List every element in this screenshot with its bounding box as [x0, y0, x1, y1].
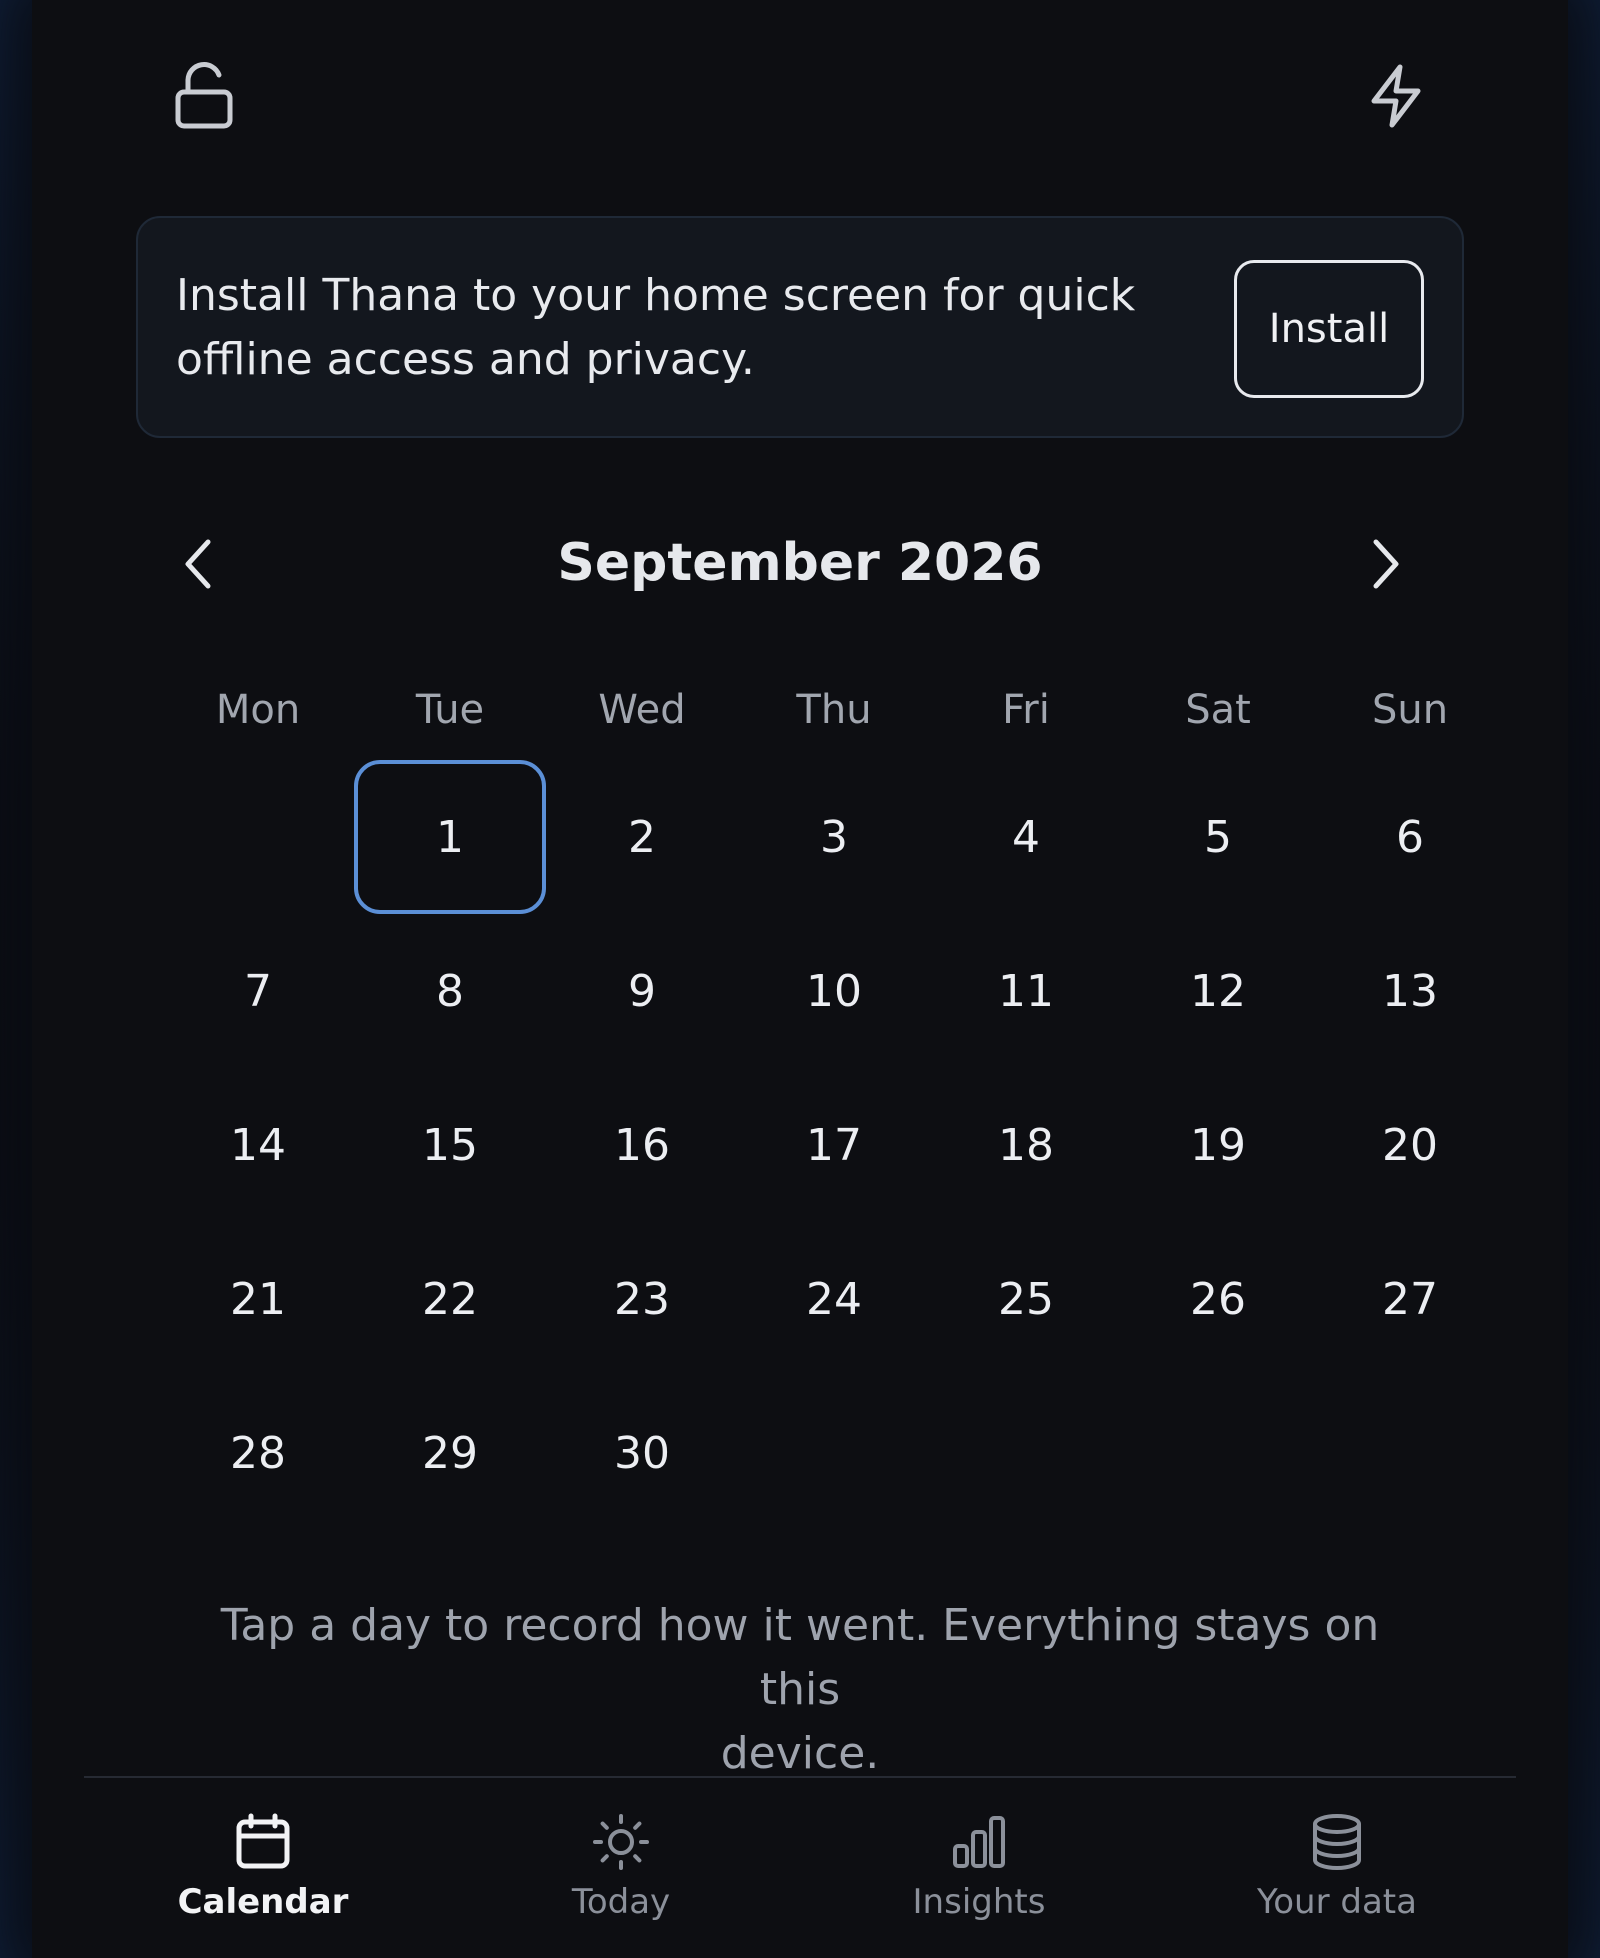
nav-item-today[interactable]: Today: [442, 1778, 800, 1958]
calendar-grid: Mon Tue Wed Thu Fri Sat Sun 1 2 3 4 5 6 7 8 9 10 11 12 13 1…: [162, 670, 1506, 1530]
day-cell-15[interactable]: 15: [354, 1068, 546, 1222]
weekday-wed: Wed: [598, 687, 686, 733]
day-cell-2[interactable]: 2: [546, 760, 738, 914]
weekday-mon: Mon: [215, 687, 301, 733]
nav-label-today: Today: [571, 1882, 671, 1922]
day-cell-5[interactable]: 5: [1122, 760, 1314, 914]
day-cell-9[interactable]: 9: [546, 914, 738, 1068]
weekday-fri: Fri: [1002, 687, 1050, 733]
install-banner-message: Install Thana to your home screen for qu…: [176, 264, 1156, 392]
day-cell-7[interactable]: 7: [162, 914, 354, 1068]
day-cell-30[interactable]: 30: [546, 1376, 738, 1530]
day-cell-21[interactable]: 21: [162, 1222, 354, 1376]
nav-label-insights: Insights: [912, 1882, 1046, 1922]
nav-item-your-data[interactable]: Your data: [1158, 1778, 1516, 1958]
weekday-thu: Thu: [796, 687, 872, 733]
day-cell-29[interactable]: 29: [354, 1376, 546, 1530]
hint-text: Tap a day to record how it went. Everyth…: [192, 1594, 1408, 1786]
day-cell-13[interactable]: 13: [1314, 914, 1506, 1068]
bottom-nav: Calendar Today Insights Your data: [84, 1776, 1516, 1958]
day-cell-18[interactable]: 18: [930, 1068, 1122, 1222]
day-cell-26[interactable]: 26: [1122, 1222, 1314, 1376]
day-cell-27[interactable]: 27: [1314, 1222, 1506, 1376]
day-grid: 1 2 3 4 5 6 7 8 9 10 11 12 13 14 15 16 17 18 19 20 21 22 23 24 2…: [162, 760, 1506, 1530]
weekday-tue: Tue: [415, 687, 485, 733]
weekday-sun: Sun: [1371, 687, 1449, 733]
nav-label-your-data: Your data: [1257, 1882, 1417, 1922]
screen-frame: Install Thana to your home screen for qu…: [0, 0, 1600, 1958]
day-cell-1[interactable]: 1: [354, 760, 546, 914]
day-cell-10[interactable]: 10: [738, 914, 930, 1068]
day-cell-11[interactable]: 11: [930, 914, 1122, 1068]
day-cell-6[interactable]: 6: [1314, 760, 1506, 914]
day-cell-4[interactable]: 4: [930, 760, 1122, 914]
install-button[interactable]: Install: [1234, 260, 1424, 398]
day-cell-25[interactable]: 25: [930, 1222, 1122, 1376]
day-cell-19[interactable]: 19: [1122, 1068, 1314, 1222]
hint-line-1: Tap a day to record how it went. Everyth…: [220, 1600, 1380, 1715]
weekday-sat: Sat: [1185, 687, 1251, 733]
day-cell-22[interactable]: 22: [354, 1222, 546, 1376]
lightning-icon[interactable]: [1356, 56, 1436, 136]
unlock-icon[interactable]: [164, 56, 244, 136]
day-cell-empty: [162, 760, 354, 914]
day-cell-17[interactable]: 17: [738, 1068, 930, 1222]
sun-icon: [593, 1814, 649, 1870]
month-title: September 2026: [557, 533, 1043, 593]
calendar-icon: [236, 1813, 290, 1869]
nav-label-calendar: Calendar: [177, 1882, 349, 1922]
day-cell-12[interactable]: 12: [1122, 914, 1314, 1068]
day-cell-20[interactable]: 20: [1314, 1068, 1506, 1222]
day-cell-3[interactable]: 3: [738, 760, 930, 914]
day-cell-28[interactable]: 28: [162, 1376, 354, 1530]
weekday-header: Mon Tue Wed Thu Fri Sat Sun: [162, 670, 1506, 750]
install-banner-line-1: Install Thana to your home screen for qu…: [176, 270, 1136, 321]
install-banner-line-2: offline access and privacy.: [176, 334, 755, 385]
database-icon: [1313, 1814, 1361, 1871]
bar-chart-icon: [953, 1816, 1005, 1868]
day-cell-23[interactable]: 23: [546, 1222, 738, 1376]
day-cell-16[interactable]: 16: [546, 1068, 738, 1222]
chevron-right-icon[interactable]: [1346, 524, 1426, 604]
install-banner: Install Thana to your home screen for qu…: [136, 216, 1464, 438]
day-cell-8[interactable]: 8: [354, 914, 546, 1068]
nav-item-insights[interactable]: Insights: [800, 1778, 1158, 1958]
day-cell-14[interactable]: 14: [162, 1068, 354, 1222]
app-container: Install Thana to your home screen for qu…: [32, 0, 1568, 1958]
nav-item-calendar[interactable]: Calendar: [84, 1778, 442, 1958]
day-cell-24[interactable]: 24: [738, 1222, 930, 1376]
